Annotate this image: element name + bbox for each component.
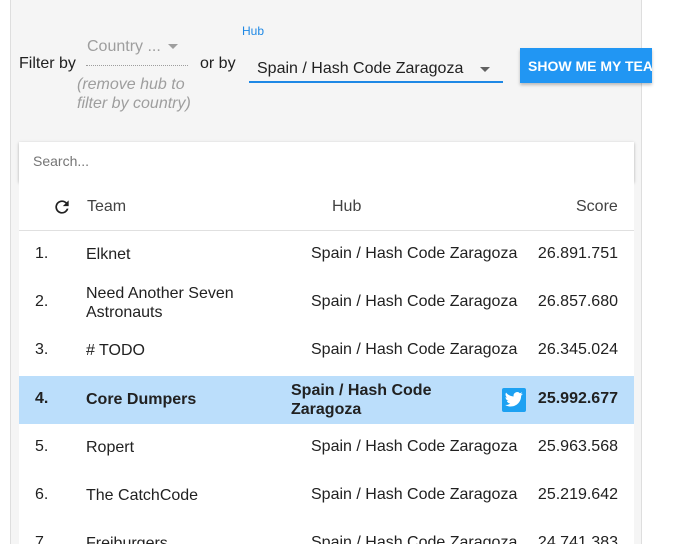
or-by-label: or by: [200, 55, 236, 72]
search-card: [19, 142, 634, 182]
column-header-score[interactable]: Score: [576, 198, 618, 216]
row-rank: 1.: [35, 245, 49, 262]
caret-down-icon: [480, 67, 490, 72]
search-input[interactable]: [33, 153, 613, 169]
twitter-icon[interactable]: [502, 388, 526, 412]
row-hub: Spain / Hash Code Zaragoza: [291, 382, 432, 418]
filter-by-label: Filter by: [19, 55, 76, 72]
table-row[interactable]: 5. Ropert Spain / Hash Code Zaragoza 25.…: [19, 424, 634, 472]
row-score: 25.963.568: [537, 438, 618, 455]
column-header-hub[interactable]: Hub: [332, 198, 361, 216]
row-team: Ropert: [86, 439, 135, 456]
row-score: 26.891.751: [537, 245, 618, 262]
row-hub: Spain / Hash Code Zaragoza: [311, 438, 518, 455]
row-hub: Spain / Hash Code Zaragoza: [311, 486, 518, 503]
table-row[interactable]: 1. Elknet Spain / Hash Code Zaragoza 26.…: [19, 231, 634, 279]
row-score: 25.219.642: [537, 486, 618, 503]
hub-select[interactable]: Spain / Hash Code Zaragoza: [249, 50, 503, 83]
country-select[interactable]: Country ...: [86, 36, 188, 66]
table-row-selected[interactable]: 4. Core Dumpers Spain / Hash Code Zarago…: [19, 376, 634, 424]
row-team: Core Dumpers: [86, 391, 197, 408]
table-row[interactable]: 2. Need Another Seven Astronauts Spain /…: [19, 279, 634, 327]
row-team: Need Another Seven Astronauts: [86, 285, 234, 321]
table-row[interactable]: 6. The CatchCode Spain / Hash Code Zarag…: [19, 472, 634, 520]
row-team: # TODO: [86, 342, 145, 359]
column-header-team[interactable]: Team: [87, 198, 126, 216]
table-row[interactable]: 7. Freiburgers Spain / Hash Code Zaragoz…: [19, 520, 634, 544]
show-my-team-button[interactable]: SHOW ME MY TEAM: [520, 48, 652, 83]
row-score: 24.741.383: [537, 534, 618, 544]
row-hub: Spain / Hash Code Zaragoza: [311, 341, 518, 358]
row-score: 26.857.680: [537, 293, 618, 310]
hub-caption: Hub: [242, 24, 265, 38]
caret-down-icon: [168, 44, 178, 49]
row-rank: 4.: [35, 390, 49, 407]
row-score: 25.992.677: [537, 390, 618, 407]
row-team: Elknet: [86, 246, 131, 263]
country-placeholder: Country ...: [87, 38, 161, 55]
country-filter-hint: (remove hub to filter by country): [77, 76, 191, 112]
row-hub: Spain / Hash Code Zaragoza: [311, 293, 518, 310]
row-team: Freiburgers: [86, 535, 168, 544]
row-rank: 6.: [35, 486, 49, 503]
hub-select-value: Spain / Hash Code Zaragoza: [257, 60, 464, 77]
leaderboard-table: Team Hub Score 1. Elknet Spain / Hash Co…: [19, 182, 634, 544]
row-rank: 5.: [35, 438, 49, 455]
table-header: Team Hub Score: [19, 182, 634, 231]
row-rank: 7.: [35, 534, 49, 544]
row-team: The CatchCode: [86, 487, 199, 504]
row-score: 26.345.024: [537, 341, 618, 358]
row-rank: 3.: [35, 341, 49, 358]
table-row[interactable]: 3. # TODO Spain / Hash Code Zaragoza 26.…: [19, 327, 634, 375]
row-hub: Spain / Hash Code Zaragoza: [311, 245, 518, 262]
row-rank: 2.: [35, 293, 49, 310]
refresh-icon[interactable]: [52, 197, 72, 217]
row-hub: Spain / Hash Code Zaragoza: [311, 534, 518, 544]
